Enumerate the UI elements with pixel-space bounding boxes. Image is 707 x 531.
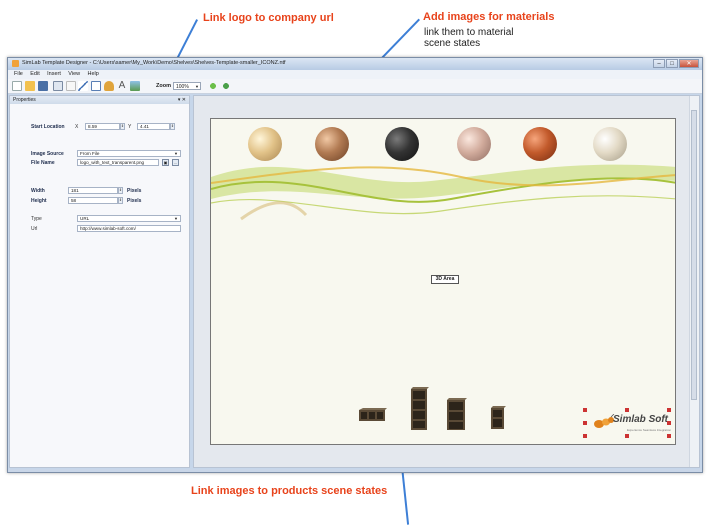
type-select[interactable]: URL ▼ [77, 215, 181, 222]
y-spinner[interactable]: ⇕ [170, 123, 175, 130]
height-field[interactable]: 58 [68, 197, 118, 204]
preview-button[interactable]: ▣ [162, 159, 169, 166]
start-location-label: Start Location [31, 124, 65, 130]
x-label: X [75, 124, 79, 130]
width-label: Width [31, 188, 45, 194]
panel-controls[interactable]: ▾ ✕ [178, 96, 186, 104]
status-bar [8, 469, 702, 472]
resize-handle[interactable] [625, 408, 629, 412]
zoom-in-icon[interactable] [208, 81, 218, 91]
maximize-button[interactable]: □ [666, 59, 678, 68]
zoom-out-icon[interactable] [221, 81, 231, 91]
logo-tagline: Experience Seamless Integration [627, 428, 672, 432]
url-field[interactable]: http://www.simlab-soft.com/ [77, 225, 181, 232]
resize-handle[interactable] [667, 434, 671, 438]
resize-handle[interactable] [583, 434, 587, 438]
text-tool-icon[interactable]: A [117, 81, 127, 91]
material-swatch-1[interactable] [248, 127, 282, 161]
callout-materials-desc-1: link them to material [424, 27, 514, 38]
material-swatch-6[interactable] [593, 127, 627, 161]
menu-file[interactable]: File [14, 70, 23, 79]
toolbar: A Zoom 100% ▼ [8, 79, 702, 94]
menu-edit[interactable]: Edit [30, 70, 39, 79]
template-canvas[interactable]: 3D Area Simlab Soft Experience Seamless … [210, 118, 676, 445]
height-unit-label: Pixels [127, 198, 142, 204]
file-name-label: File Name [31, 160, 55, 166]
save-icon[interactable] [38, 81, 48, 91]
material-swatch-4[interactable] [457, 127, 491, 161]
design-workspace: 3D Area Simlab Soft Experience Seamless … [193, 95, 700, 468]
height-spinner[interactable]: ⇕ [118, 197, 123, 204]
resize-handle[interactable] [625, 434, 629, 438]
chevron-down-icon: ▼ [174, 151, 178, 156]
zoom-value: 100% [176, 84, 189, 90]
title-bar: SimLab Template Designer - C:\Users\same… [8, 58, 702, 70]
chevron-down-icon: ▼ [174, 216, 178, 221]
scrollbar-thumb[interactable] [691, 110, 697, 400]
url-label: Url [31, 226, 38, 232]
x-field[interactable]: 8.59 [85, 123, 120, 130]
properties-title: Properties [13, 97, 36, 103]
pointer-icon[interactable] [66, 81, 76, 91]
properties-panel: Properties ▾ ✕ Start Location X 8.59 ⇕ Y… [9, 95, 190, 468]
company-logo[interactable]: Simlab Soft Experience Seamless Integrat… [583, 408, 671, 438]
product-shelf-1[interactable] [359, 408, 387, 422]
type-label: Type [31, 216, 42, 222]
product-shelf-3[interactable] [447, 398, 467, 431]
properties-header: Properties ▾ ✕ [10, 96, 189, 104]
callout-materials-title: Add images for materials [423, 11, 555, 23]
image-source-label: Image Source [31, 151, 64, 157]
width-unit-label: Pixels [127, 188, 142, 194]
zoom-label: Zoom [156, 83, 171, 89]
image-source-value: From File [80, 151, 100, 156]
shape-tool-icon[interactable] [104, 81, 114, 91]
y-field[interactable]: 4.41 [137, 123, 170, 130]
resize-handle[interactable] [583, 408, 587, 412]
window-controls: – □ ✕ [652, 59, 699, 68]
product-shelf-4[interactable] [491, 406, 506, 430]
window-title: SimLab Template Designer - C:\Users\same… [22, 60, 286, 66]
close-button[interactable]: ✕ [679, 59, 699, 68]
material-swatch-3[interactable] [385, 127, 419, 161]
callout-products-link: Link images to products scene states [191, 485, 388, 497]
image-source-select[interactable]: From File ▼ [77, 150, 181, 157]
chevron-down-icon: ▼ [195, 84, 199, 89]
vertical-scrollbar[interactable] [689, 96, 699, 467]
callout-logo-link: Link logo to company url [203, 12, 334, 24]
app-logo-icon [12, 60, 19, 67]
resize-handle[interactable] [667, 421, 671, 425]
zoom-select[interactable]: 100% ▼ [173, 82, 201, 90]
material-swatch-5[interactable] [523, 127, 557, 161]
line-tool-icon[interactable] [78, 81, 88, 91]
height-label: Height [31, 198, 47, 204]
rectangle-tool-icon[interactable] [91, 81, 101, 91]
open-folder-icon[interactable] [25, 81, 35, 91]
logo-text: Simlab Soft [613, 414, 669, 425]
new-file-icon[interactable] [12, 81, 22, 91]
resize-handle[interactable] [583, 421, 587, 425]
menu-view[interactable]: View [68, 70, 80, 79]
menu-bar: File Edit Insert View Help [8, 70, 702, 79]
image-tool-icon[interactable] [130, 81, 140, 91]
width-spinner[interactable]: ⇕ [118, 187, 123, 194]
type-value: URL [80, 216, 90, 221]
browse-button[interactable]: … [172, 159, 179, 166]
y-label: Y [128, 124, 132, 130]
width-field[interactable]: 181 [68, 187, 118, 194]
file-name-field[interactable]: logo_with_text_transparent.png [77, 159, 159, 166]
menu-insert[interactable]: Insert [47, 70, 61, 79]
menu-help[interactable]: Help [88, 70, 99, 79]
material-swatch-2[interactable] [315, 127, 349, 161]
area-3d-label[interactable]: 3D Area [431, 275, 459, 284]
minimize-button[interactable]: – [653, 59, 665, 68]
app-window: SimLab Template Designer - C:\Users\same… [7, 57, 703, 473]
callout-materials-desc-2: scene states [424, 38, 481, 49]
x-spinner[interactable]: ⇕ [120, 123, 125, 130]
select-tool-icon[interactable] [53, 81, 63, 91]
product-shelf-2[interactable] [411, 387, 429, 431]
resize-handle[interactable] [667, 408, 671, 412]
ant-mascot-icon [594, 414, 615, 428]
